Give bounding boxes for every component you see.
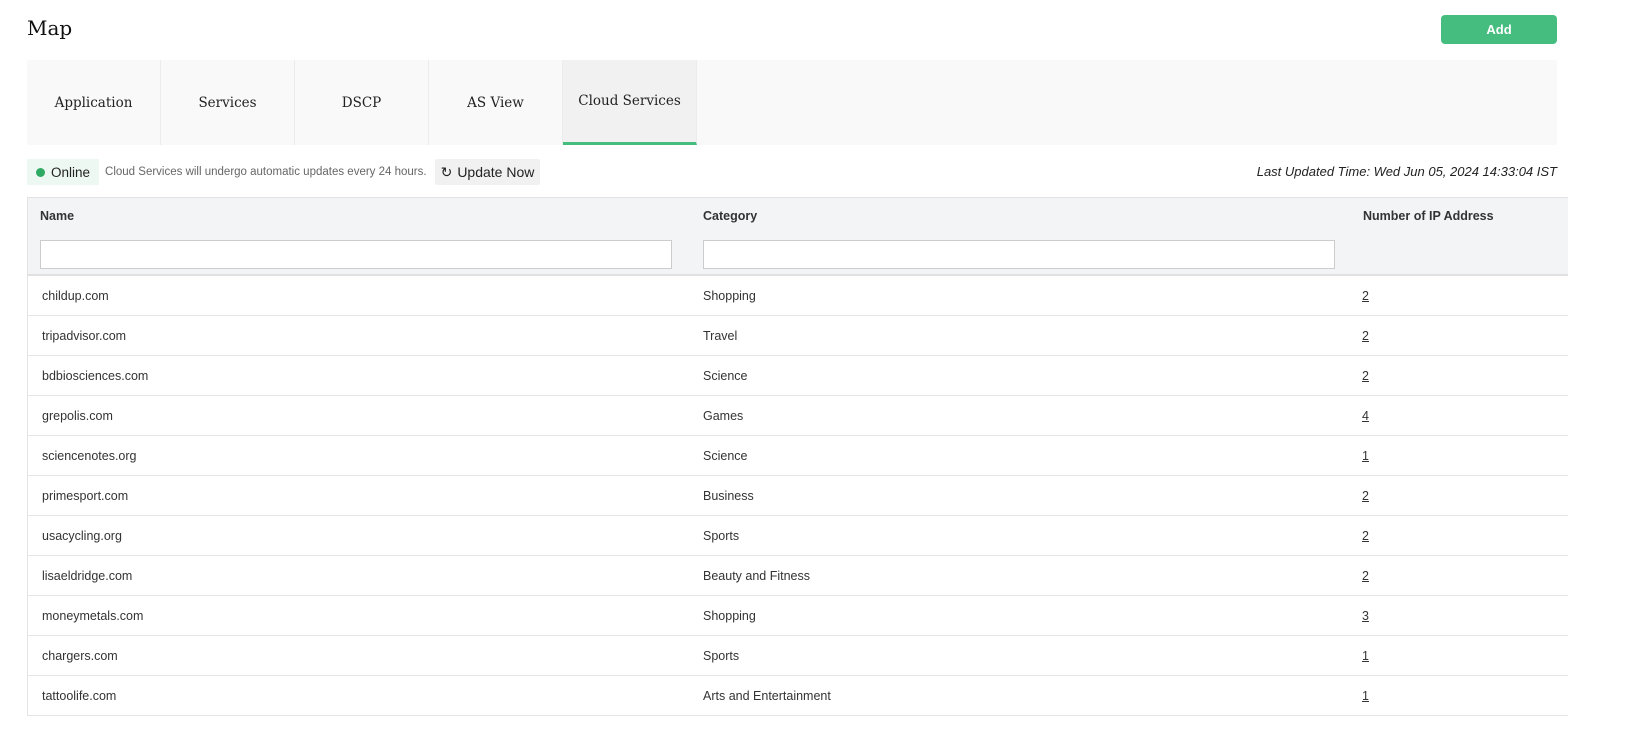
- tab-cloud-services[interactable]: Cloud Services: [563, 60, 697, 145]
- cell-name: sciencenotes.org: [42, 449, 137, 463]
- table-row: primesport.com Business 2: [28, 476, 1568, 516]
- table-row: usacycling.org Sports 2: [28, 516, 1568, 556]
- status-dot-icon: [36, 167, 45, 177]
- table-row: childup.com Shopping 2: [28, 276, 1568, 316]
- column-header-category[interactable]: Category: [703, 209, 757, 223]
- cell-name: tripadvisor.com: [42, 329, 127, 343]
- update-now-button[interactable]: ↻ Update Now: [434, 159, 541, 185]
- ip-count-link[interactable]: 1: [1362, 649, 1369, 663]
- category-filter-input[interactable]: [703, 240, 1335, 269]
- cell-category: Sports: [703, 649, 740, 663]
- ip-count-link[interactable]: 2: [1362, 289, 1369, 303]
- table-row: grepolis.com Games 4: [28, 396, 1568, 436]
- cell-category: Beauty and Fitness: [703, 569, 811, 583]
- cell-name: bdbiosciences.com: [42, 369, 149, 383]
- cell-category: Science: [703, 369, 748, 383]
- cell-category: Shopping: [703, 609, 756, 623]
- table-row: tattoolife.com Arts and Entertainment 1: [28, 676, 1568, 716]
- tab-application[interactable]: Application: [27, 60, 161, 145]
- cell-category: Arts and Entertainment: [703, 689, 831, 703]
- table-row: chargers.com Sports 1: [28, 636, 1568, 676]
- name-filter-input[interactable]: [40, 240, 672, 269]
- add-button[interactable]: Add: [1441, 15, 1557, 44]
- tab-bar: Application Services DSCP AS View Cloud Serv…: [27, 60, 1557, 145]
- tab-dscp[interactable]: DSCP: [295, 60, 429, 145]
- table-header: Name Category Number of IP Address: [28, 197, 1568, 276]
- table-row: moneymetals.com Shopping 3: [28, 596, 1568, 636]
- ip-count-link[interactable]: 3: [1362, 609, 1369, 623]
- refresh-icon: ↻: [440, 163, 453, 180]
- column-header-name[interactable]: Name: [40, 209, 74, 223]
- table-row: tripadvisor.com Travel 2: [28, 316, 1568, 356]
- column-header-ip-count[interactable]: Number of IP Address: [1363, 209, 1494, 223]
- cell-category: Business: [703, 489, 754, 503]
- cell-category: Travel: [703, 329, 738, 343]
- tab-services[interactable]: Services: [161, 60, 295, 145]
- cell-name: usacycling.org: [42, 529, 122, 543]
- cell-name: lisaeldridge.com: [42, 569, 133, 583]
- cell-name: moneymetals.com: [42, 609, 144, 623]
- cell-name: chargers.com: [42, 649, 118, 663]
- last-updated-time: Last Updated Time: Wed Jun 05, 2024 14:3…: [1256, 164, 1557, 179]
- cell-category: Sports: [703, 529, 740, 543]
- status-bar: Online Cloud Services will undergo autom…: [27, 159, 541, 185]
- cell-category: Games: [703, 409, 744, 423]
- ip-count-link[interactable]: 1: [1362, 449, 1369, 463]
- cell-name: tattoolife.com: [42, 689, 117, 703]
- status-text: Online: [51, 164, 91, 180]
- cell-name: childup.com: [42, 289, 109, 303]
- ip-count-link[interactable]: 4: [1362, 409, 1369, 423]
- update-now-label: Update Now: [457, 164, 535, 180]
- update-note: Cloud Services will undergo automatic up…: [105, 166, 427, 178]
- table-row: sciencenotes.org Science 1: [28, 436, 1568, 476]
- ip-count-link[interactable]: 1: [1362, 689, 1369, 703]
- ip-count-link[interactable]: 2: [1362, 569, 1369, 583]
- cell-name: primesport.com: [42, 489, 129, 503]
- table-row: lisaeldridge.com Beauty and Fitness 2: [28, 556, 1568, 596]
- ip-count-link[interactable]: 2: [1362, 369, 1369, 383]
- cell-category: Science: [703, 449, 748, 463]
- status-badge: Online: [27, 159, 100, 185]
- ip-count-link[interactable]: 2: [1362, 329, 1369, 343]
- tab-as-view[interactable]: AS View: [429, 60, 563, 145]
- ip-count-link[interactable]: 2: [1362, 529, 1369, 543]
- table-row: bdbiosciences.com Science 2: [28, 356, 1568, 396]
- ip-count-link[interactable]: 2: [1362, 489, 1369, 503]
- cloud-services-table: Name Category Number of IP Address child…: [27, 197, 1568, 716]
- cell-name: grepolis.com: [42, 409, 113, 423]
- cell-category: Shopping: [703, 289, 756, 303]
- page-title: Map: [27, 16, 73, 40]
